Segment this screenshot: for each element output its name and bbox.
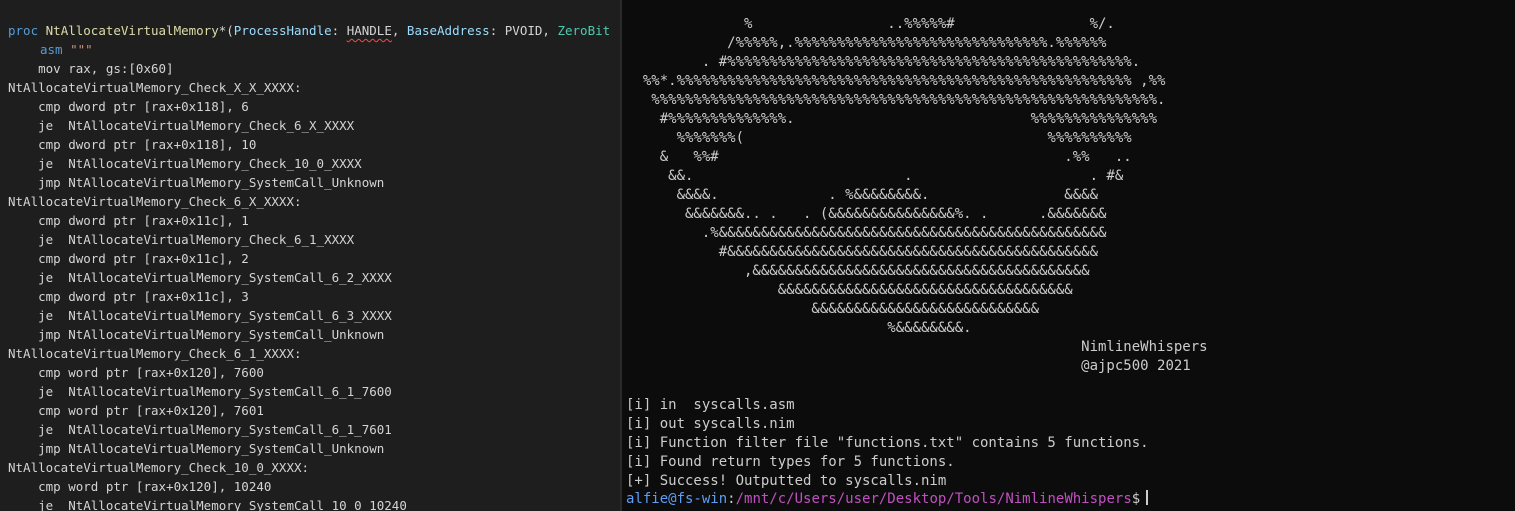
code-line: cmp dword ptr [rax+0x11c], 1 — [8, 213, 249, 228]
prompt-dollar: $ — [1131, 491, 1141, 507]
code-line: jmp NtAllocateVirtualMemory_SystemCall_U… — [8, 441, 385, 456]
banner-line: .%&&&&&&&&&&&&&&&&&&&&&&&&&&&&&&&&&&&&&&… — [626, 225, 1107, 241]
prompt-path: /mnt/c/Users/user/Desktop/Tools/NimlineW… — [735, 491, 1132, 507]
banner-line: &&&&&&&&&&&&&&&&&&&&&&&&&&&&&&&&&&& — [626, 282, 1073, 298]
output-line: [i] out syscalls.nim — [626, 416, 795, 432]
banner-line: &&&&&&&&&&&&&&&&&&&&&&&&&&& — [626, 301, 1040, 317]
code-line: je NtAllocateVirtualMemory_SystemCall_10… — [8, 498, 407, 511]
banner-line: &&&&&&&.. . . (&&&&&&&&&&&&&&&%. . .&&&&… — [626, 206, 1107, 222]
banner-line: &&. . . #& — [626, 168, 1124, 184]
code-line: je NtAllocateVirtualMemory_Check_6_X_XXX… — [8, 118, 355, 133]
type-handle-error[interactable]: HANDLE — [347, 23, 392, 38]
param-zero-bits: ZeroBit — [557, 23, 611, 38]
text-cursor — [1146, 490, 1149, 505]
code-line: cmp dword ptr [rax+0x11c], 3 — [8, 289, 249, 304]
banner-line: %%*.%%%%%%%%%%%%%%%%%%%%%%%%%%%%%%%%%%%%… — [626, 73, 1166, 89]
banner-line: /%%%%%,.%%%%%%%%%%%%%%%%%%%%%%%%%%%%%%.%… — [626, 35, 1107, 51]
banner-line: ,&&&&&&&&&&&&&&&&&&&&&&&&&&&&&&&&&&&&&&&… — [626, 263, 1090, 279]
code-label: NtAllocateVirtualMemory_Check_10_0_XXXX: — [8, 460, 310, 475]
output-line: [i] in syscalls.asm — [626, 397, 795, 413]
code-line: je NtAllocateVirtualMemory_Check_6_1_XXX… — [8, 232, 355, 247]
param-base-address: BaseAddress — [406, 23, 490, 38]
banner-line: %%%%%%%( %%%%%%%%%% — [626, 130, 1132, 146]
type-pvoid: PVOID — [504, 23, 543, 38]
code-line: cmp dword ptr [rax+0x11c], 2 — [8, 251, 249, 266]
code-line: je NtAllocateVirtualMemory_SystemCall_6_… — [8, 384, 392, 399]
code-line: cmp word ptr [rax+0x120], 7600 — [8, 365, 264, 380]
comma-2: , — [542, 23, 558, 38]
asm-string-open: """ — [62, 42, 93, 57]
terminal-pane[interactable]: % ..%%%%%# %/. /%%%%%,.%%%%%%%%%%%%%%%%%… — [622, 0, 1515, 511]
open-paren: ( — [226, 23, 234, 38]
code-line: jmp NtAllocateVirtualMemory_SystemCall_U… — [8, 327, 385, 342]
proc-signature-line: proc NtAllocateVirtualMemory*(ProcessHan… — [8, 21, 610, 40]
code-label: NtAllocateVirtualMemory_Check_X_X_XXXX: — [8, 80, 302, 95]
prompt-colon: : — [727, 491, 736, 507]
code-line: je NtAllocateVirtualMemory_SystemCall_6_… — [8, 270, 392, 285]
asm-keyword: asm — [40, 42, 63, 57]
code-line: je NtAllocateVirtualMemory_Check_10_0_XX… — [8, 156, 362, 171]
shell-prompt[interactable]: alfie@fs-win:/mnt/c/Users/user/Desktop/T… — [626, 490, 1149, 509]
prompt-user-host: alfie@fs-win — [626, 491, 728, 507]
code-editor-pane[interactable]: proc NtAllocateVirtualMemory*(ProcessHan… — [0, 0, 622, 511]
code-label: NtAllocateVirtualMemory_Check_6_X_XXXX: — [8, 194, 302, 209]
code-line: cmp word ptr [rax+0x120], 10240 — [8, 479, 272, 494]
banner-author: @ajpc500 2021 — [626, 358, 1191, 374]
banner-line: %&&&&&&&&. — [626, 320, 972, 336]
banner-tool-name: NimlineWhispers — [626, 339, 1208, 355]
proc-name: NtAllocateVirtualMemory — [45, 23, 219, 38]
colon-2: : — [489, 23, 505, 38]
code-line: cmp dword ptr [rax+0x118], 6 — [8, 99, 249, 114]
code-line: cmp word ptr [rax+0x120], 7601 — [8, 403, 264, 418]
asm-block-line: asm """ — [40, 40, 93, 59]
banner-line: &&&&. . %&&&&&&&&. &&&& — [626, 187, 1099, 203]
output-line: [i] Function filter file "functions.txt"… — [626, 435, 1149, 451]
banner-line: #%%%%%%%%%%%%%%. %%%%%%%%%%%%%%% — [626, 111, 1158, 127]
code-line: cmp dword ptr [rax+0x118], 10 — [8, 137, 257, 152]
output-line: [+] Success! Outputted to syscalls.nim — [626, 473, 947, 489]
colon-1: : — [331, 23, 347, 38]
output-line: [i] Found return types for 5 functions. — [626, 454, 955, 470]
banner-line: & %%# .%% .. — [626, 149, 1132, 165]
code-label: NtAllocateVirtualMemory_Check_6_1_XXXX: — [8, 346, 302, 361]
comma-1: , — [391, 23, 407, 38]
banner-line: #&&&&&&&&&&&&&&&&&&&&&&&&&&&&&&&&&&&&&&&… — [626, 244, 1099, 260]
code-line: je NtAllocateVirtualMemory_SystemCall_6_… — [8, 308, 392, 323]
param-process-handle: ProcessHandle — [233, 23, 332, 38]
code-line: jmp NtAllocateVirtualMemory_SystemCall_U… — [8, 175, 385, 190]
code-line: je NtAllocateVirtualMemory_SystemCall_6_… — [8, 422, 392, 437]
proc-keyword: proc — [8, 23, 39, 38]
banner-line: . #%%%%%%%%%%%%%%%%%%%%%%%%%%%%%%%%%%%%%… — [626, 54, 1141, 70]
code-line: mov rax, gs:[0x60] — [8, 61, 174, 76]
banner-line: %%%%%%%%%%%%%%%%%%%%%%%%%%%%%%%%%%%%%%%%… — [626, 92, 1166, 108]
banner-line: % ..%%%%%# %/. — [626, 16, 1115, 32]
